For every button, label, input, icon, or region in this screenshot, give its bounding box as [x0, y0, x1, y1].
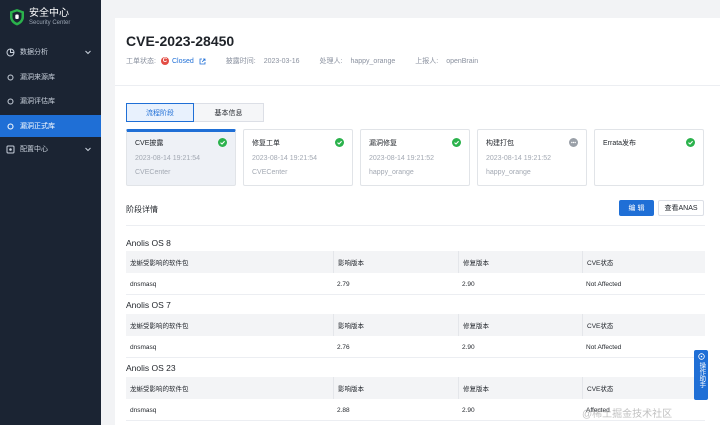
column-header: CVE状态: [582, 314, 705, 336]
step-card-build-package[interactable]: 构建打包 2023-08-14 19:21:52 happy_orange: [477, 129, 587, 186]
table-row[interactable]: dnsmasq 2.79 2.90 Not Affected: [126, 273, 705, 295]
chevron-down-icon: [85, 50, 91, 55]
step-user: CVECenter: [135, 169, 171, 176]
step-user: happy_orange: [486, 169, 531, 176]
settings-icon: [6, 145, 15, 154]
affected-version-cell: 2.79: [337, 280, 350, 288]
ticket-meta: 工单状态: C Closed 披露时间: 2023-03-16 处理人: hap…: [126, 56, 478, 66]
status-badge: C Closed: [160, 57, 194, 65]
edit-button[interactable]: 编 辑: [619, 200, 654, 216]
column-header: 影响版本: [333, 251, 458, 273]
step-card-cve-disclosure[interactable]: CVE披露 2023-08-14 19:21:54 CVECenter: [126, 129, 236, 186]
brand-name: 安全中心: [29, 7, 69, 19]
sidebar-item-vuln-official[interactable]: 漏洞正式库: [0, 115, 101, 137]
package-cell: dnsmasq: [130, 343, 157, 351]
package-cell: dnsmasq: [130, 280, 157, 288]
dot-icon: [6, 122, 15, 131]
column-header: CVE状态: [582, 251, 705, 273]
reporter-label: 上报人:: [415, 58, 439, 65]
closed-status-icon: C: [160, 57, 169, 65]
step-time: 2023-08-14 19:21:54: [252, 155, 317, 162]
fixed-version-cell: 2.90: [462, 406, 475, 414]
column-header: 修复版本: [458, 314, 582, 336]
table-header-row: 龙蜥受影响的软件包 影响版本 修复版本 CVE状态: [126, 314, 705, 336]
table-header-row: 龙蜥受影响的软件包 影响版本 修复版本 CVE状态: [126, 377, 705, 399]
affected-version-cell: 2.88: [337, 406, 350, 414]
disclosure-label: 披露时间:: [225, 58, 256, 65]
page-title: CVE-2023-28450: [126, 33, 235, 49]
sidebar-item-data-analysis[interactable]: 数据分析: [0, 41, 101, 63]
operation-assistant-button[interactable]: 操作助手: [694, 350, 708, 400]
column-header: 修复版本: [458, 377, 582, 399]
step-card-vuln-fix[interactable]: 漏洞修复 2023-08-14 19:21:52 happy_orange: [360, 129, 470, 186]
help-icon: [697, 353, 705, 360]
external-link-icon[interactable]: [199, 58, 206, 65]
status-label: 工单状态:: [126, 58, 156, 65]
column-header: 影响版本: [333, 377, 458, 399]
sidebar-item-label: 漏洞评估库: [20, 98, 55, 105]
check-circle-icon: [452, 138, 461, 147]
tab-bar: 流程阶段 基本信息: [126, 103, 264, 122]
column-header: 龙蜥受影响的软件包: [130, 386, 189, 393]
step-user: happy_orange: [369, 169, 414, 176]
pending-circle-icon: [569, 138, 578, 147]
handler-label: 处理人:: [319, 58, 343, 65]
sidebar-item-label: 数据分析: [20, 49, 48, 56]
affected-version-cell: 2.76: [337, 343, 350, 351]
divider: [115, 85, 720, 86]
sidebar-item-label: 配置中心: [20, 146, 48, 153]
cve-status-cell: Not Affected: [586, 343, 622, 351]
tab-process-stage[interactable]: 流程阶段: [126, 103, 194, 122]
chevron-down-icon: [85, 147, 91, 152]
step-card-errata-release[interactable]: Errata发布: [594, 129, 704, 186]
table-header-row: 龙蜥受影响的软件包 影响版本 修复版本 CVE状态: [126, 251, 705, 273]
step-time: 2023-08-14 19:21:52: [486, 155, 551, 162]
step-user: CVECenter: [252, 169, 288, 176]
sidebar-item-label: 漏洞来源库: [20, 74, 55, 81]
column-header: 影响版本: [333, 314, 458, 336]
os-table-anolis-8: 龙蜥受影响的软件包 影响版本 修复版本 CVE状态 dnsmasq 2.79 2…: [126, 251, 705, 295]
sidebar: 安全中心 Security Center 数据分析 漏洞来源库 漏洞评估库 漏洞…: [0, 0, 101, 425]
os-section-title: Anolis OS 8: [126, 238, 171, 248]
package-cell: dnsmasq: [130, 406, 157, 414]
fixed-version-cell: 2.90: [462, 343, 475, 351]
os-section-title: Anolis OS 7: [126, 300, 171, 310]
brand-subtitle: Security Center: [29, 19, 71, 26]
dot-icon: [6, 73, 15, 82]
os-section-title: Anolis OS 23: [126, 363, 176, 373]
analytics-icon: [6, 48, 15, 57]
table-row[interactable]: dnsmasq 2.76 2.90 Not Affected: [126, 336, 705, 358]
main-panel: CVE-2023-28450 工单状态: C Closed 披露时间: 2023…: [115, 18, 720, 425]
disclosure-value: 2023-03-16: [263, 57, 300, 65]
column-header: 龙蜥受影响的软件包: [130, 260, 189, 267]
column-header: CVE状态: [582, 377, 705, 399]
sidebar-item-config-center[interactable]: 配置中心: [0, 138, 101, 160]
fixed-version-cell: 2.90: [462, 280, 475, 288]
shield-logo-icon: [10, 9, 24, 26]
column-header: 龙蜥受影响的软件包: [130, 323, 189, 330]
sidebar-item-label: 漏洞正式库: [20, 123, 55, 130]
check-circle-icon: [335, 138, 344, 147]
step-time: 2023-08-14 19:21:54: [135, 155, 200, 162]
assistant-label: 操作助手: [697, 362, 705, 388]
divider: [126, 225, 705, 226]
view-anas-button[interactable]: 查看ANAS: [658, 200, 704, 216]
os-table-anolis-7: 龙蜥受影响的软件包 影响版本 修复版本 CVE状态 dnsmasq 2.76 2…: [126, 314, 705, 358]
watermark: @稀土掘金技术社区: [582, 409, 673, 420]
reporter-value: openBrain: [446, 57, 479, 65]
check-circle-icon: [686, 138, 695, 147]
sidebar-item-vuln-source[interactable]: 漏洞来源库: [0, 66, 101, 88]
tab-basic-info[interactable]: 基本信息: [194, 103, 264, 122]
stage-details-title: 阶段详情: [126, 205, 158, 214]
check-circle-icon: [218, 138, 227, 147]
handler-value: happy_orange: [350, 57, 396, 65]
step-card-repair-ticket[interactable]: 修复工单 2023-08-14 19:21:54 CVECenter: [243, 129, 353, 186]
step-time: 2023-08-14 19:21:52: [369, 155, 434, 162]
dot-icon: [6, 97, 15, 106]
cve-status-cell: Not Affected: [586, 280, 622, 288]
status-value: Closed: [171, 57, 194, 65]
brand[interactable]: 安全中心 Security Center: [0, 0, 101, 34]
column-header: 修复版本: [458, 251, 582, 273]
sidebar-item-vuln-assessment[interactable]: 漏洞评估库: [0, 90, 101, 112]
